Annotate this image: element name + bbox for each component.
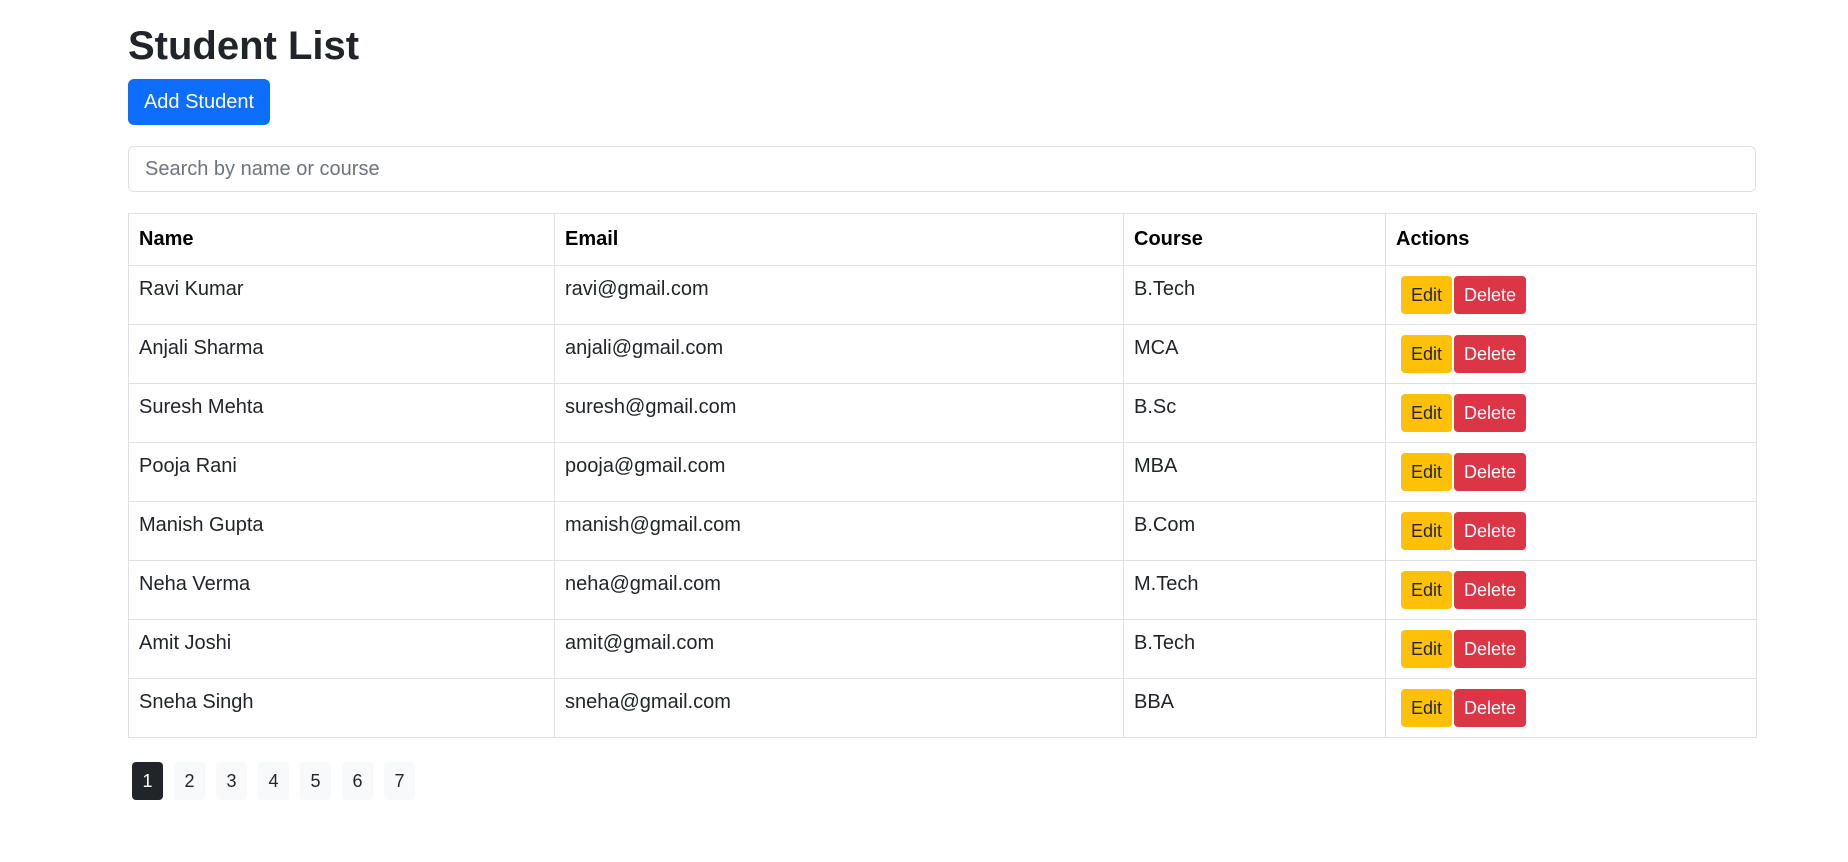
- actions-cell: Edit Delete: [1385, 383, 1757, 443]
- student-course: BBA: [1123, 678, 1386, 738]
- edit-button[interactable]: Edit: [1401, 276, 1452, 314]
- table-row: Amit Joshi amit@gmail.com B.Tech Edit Delete: [128, 619, 1757, 679]
- student-name: Neha Verma: [128, 560, 555, 620]
- page-title: Student List: [128, 24, 360, 68]
- table-row: Sneha Singh sneha@gmail.com BBA Edit Delete: [128, 678, 1757, 738]
- edit-button[interactable]: Edit: [1401, 689, 1452, 727]
- student-course: B.Com: [1123, 501, 1386, 561]
- page-button-6[interactable]: 6: [342, 762, 373, 800]
- student-course: MCA: [1123, 324, 1386, 384]
- student-email: ravi@gmail.com: [554, 265, 1124, 325]
- student-email: pooja@gmail.com: [554, 442, 1124, 502]
- student-name: Ravi Kumar: [128, 265, 555, 325]
- column-header-course: Course: [1123, 213, 1386, 266]
- student-email: suresh@gmail.com: [554, 383, 1124, 443]
- student-name: Suresh Mehta: [128, 383, 555, 443]
- column-header-actions: Actions: [1385, 213, 1757, 266]
- page-button-3[interactable]: 3: [216, 762, 247, 800]
- actions-cell: Edit Delete: [1385, 619, 1757, 679]
- student-course: B.Tech: [1123, 265, 1386, 325]
- actions-cell: Edit Delete: [1385, 324, 1757, 384]
- page-button-7[interactable]: 7: [384, 762, 415, 800]
- table-row: Manish Gupta manish@gmail.com B.Com Edit Del…: [128, 501, 1757, 561]
- actions-cell: Edit Delete: [1385, 501, 1757, 561]
- actions-cell: Edit Delete: [1385, 265, 1757, 325]
- delete-button[interactable]: Delete: [1454, 689, 1526, 727]
- edit-button[interactable]: Edit: [1401, 335, 1452, 373]
- table-row: Pooja Rani pooja@gmail.com MBA Edit Delete: [128, 442, 1757, 502]
- column-header-name: Name: [128, 213, 555, 266]
- edit-button[interactable]: Edit: [1401, 512, 1452, 550]
- page-button-4[interactable]: 4: [258, 762, 289, 800]
- student-name: Anjali Sharma: [128, 324, 555, 384]
- student-name: Manish Gupta: [128, 501, 555, 561]
- student-email: manish@gmail.com: [554, 501, 1124, 561]
- column-header-email: Email: [554, 213, 1124, 266]
- student-email: amit@gmail.com: [554, 619, 1124, 679]
- delete-button[interactable]: Delete: [1454, 630, 1526, 668]
- delete-button[interactable]: Delete: [1454, 335, 1526, 373]
- table-row: Neha Verma neha@gmail.com M.Tech Edit Delete: [128, 560, 1757, 620]
- student-name: Pooja Rani: [128, 442, 555, 502]
- delete-button[interactable]: Delete: [1454, 453, 1526, 491]
- table-row: Ravi Kumar ravi@gmail.com B.Tech Edit Delete: [128, 265, 1757, 325]
- delete-button[interactable]: Delete: [1454, 276, 1526, 314]
- page-button-2[interactable]: 2: [174, 762, 205, 800]
- page-button-5[interactable]: 5: [300, 762, 331, 800]
- delete-button[interactable]: Delete: [1454, 512, 1526, 550]
- student-email: sneha@gmail.com: [554, 678, 1124, 738]
- edit-button[interactable]: Edit: [1401, 394, 1452, 432]
- table-header-row: Name Email Course Actions: [128, 213, 1757, 266]
- table-row: Anjali Sharma anjali@gmail.com MCA Edit Dele…: [128, 324, 1757, 384]
- student-email: neha@gmail.com: [554, 560, 1124, 620]
- edit-button[interactable]: Edit: [1401, 630, 1452, 668]
- actions-cell: Edit Delete: [1385, 442, 1757, 502]
- student-name: Amit Joshi: [128, 619, 555, 679]
- page-button-1[interactable]: 1: [132, 762, 163, 800]
- pagination: 1234567: [132, 762, 415, 800]
- delete-button[interactable]: Delete: [1454, 571, 1526, 609]
- delete-button[interactable]: Delete: [1454, 394, 1526, 432]
- table-row: Suresh Mehta suresh@gmail.com B.Sc Edit Dele…: [128, 383, 1757, 443]
- student-email: anjali@gmail.com: [554, 324, 1124, 384]
- actions-cell: Edit Delete: [1385, 678, 1757, 738]
- student-course: M.Tech: [1123, 560, 1386, 620]
- table-body: Ravi Kumar ravi@gmail.com B.Tech Edit Delete…: [128, 265, 1757, 738]
- student-table: Name Email Course Actions Ravi Kumar ravi…: [128, 213, 1757, 738]
- edit-button[interactable]: Edit: [1401, 453, 1452, 491]
- edit-button[interactable]: Edit: [1401, 571, 1452, 609]
- student-course: MBA: [1123, 442, 1386, 502]
- student-course: B.Tech: [1123, 619, 1386, 679]
- search-input[interactable]: [128, 146, 1756, 192]
- student-name: Sneha Singh: [128, 678, 555, 738]
- student-course: B.Sc: [1123, 383, 1386, 443]
- add-student-button[interactable]: Add Student: [128, 79, 270, 125]
- actions-cell: Edit Delete: [1385, 560, 1757, 620]
